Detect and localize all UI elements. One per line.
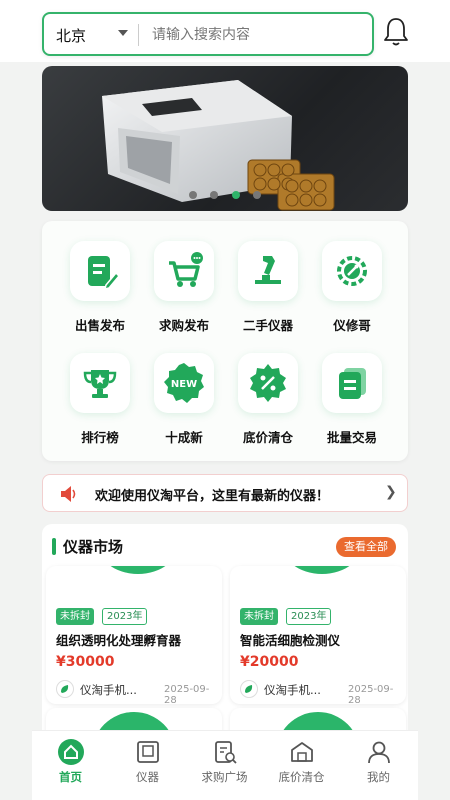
carousel-dot[interactable] [252,191,261,199]
section-accent-bar [52,538,56,555]
carousel-dot[interactable] [210,191,219,199]
carousel-dot[interactable] [189,191,198,199]
grid-item-sell[interactable]: 出售发布 [60,235,140,345]
year-tag: 2023年 [286,608,332,625]
tab-label: 我的 [367,770,390,784]
search-input[interactable] [152,22,362,48]
grid-label: 底价清仓 [242,430,293,445]
new-badge-icon: NEW [154,353,214,413]
grid-label: 仪修哥 [333,318,371,333]
grid-label: 求购发布 [158,318,209,333]
grid-label: 排行榜 [81,430,119,445]
post-date: 2025-09-28 [348,684,394,704]
discount-badge-icon [238,353,298,413]
product-card[interactable]: 未拆封 2023年 组织透明化处理孵育器 ¥30000 仪淘手机... 2025… [46,566,222,704]
tab-mine[interactable]: 我的 [340,731,417,800]
instrument-icon [133,737,163,767]
leaf-logo-icon [245,685,253,693]
tab-clearance[interactable]: 底价清仓 [263,731,340,800]
grid-item-second-hand[interactable]: 二手仪器 [228,235,308,345]
document-edit-icon [70,241,130,301]
promo-banner[interactable] [42,66,408,211]
product-image [280,566,364,574]
tab-instruments[interactable]: 仪器 [109,731,186,800]
product-price: ¥30000 [56,654,115,670]
tab-purchase-square[interactable]: 求购广场 [186,731,263,800]
seller-name: 仪淘手机... [80,683,137,697]
function-grid: 出售发布 求购发布 二手仪器 仪修哥 排行榜 NEW 十成新 底价清仓 批量交易 [42,221,408,461]
tab-label: 仪器 [136,770,159,784]
user-icon [364,737,394,767]
tab-label: 首页 [59,770,82,784]
bell-icon[interactable] [382,16,410,48]
chevron-right-icon[interactable]: ❯ [385,484,397,500]
shopping-cart-icon [154,241,214,301]
city-selector[interactable]: 北京 [56,25,86,46]
trophy-icon [70,353,130,413]
bottom-tab-bar: 首页 仪器 求购广场 底价清仓 我的 [32,730,418,800]
carousel-dots [42,184,408,203]
grid-item-repair[interactable]: 仪修哥 [312,235,392,345]
grid-item-like-new[interactable]: NEW 十成新 [144,347,224,457]
tab-label: 求购广场 [201,770,248,784]
grid-label: 批量交易 [326,430,377,445]
product-name: 组织透明化处理孵育器 [56,633,182,648]
search-bar: 北京 [42,12,374,56]
top-bar: 北京 [0,0,450,62]
unopened-tag: 未拆封 [56,608,94,625]
grid-item-bulk[interactable]: 批量交易 [312,347,392,457]
grid-item-buy[interactable]: 求购发布 [144,235,224,345]
tab-label: 底价清仓 [278,770,325,784]
dropdown-arrow-icon[interactable] [118,30,128,36]
stacked-docs-icon [322,353,382,413]
warehouse-icon [287,737,317,767]
repair-gear-icon [322,241,382,301]
unopened-tag: 未拆封 [240,608,278,625]
seller-name: 仪淘手机... [264,683,321,697]
grid-label: 二手仪器 [242,318,293,333]
search-divider [138,24,139,46]
product-card[interactable]: 未拆封 2023年 智能活细胞检测仪 ¥20000 仪淘手机... 2025-0… [230,566,406,704]
grid-label: 出售发布 [74,318,125,333]
year-tag: 2023年 [102,608,148,625]
seller-avatar [56,680,74,698]
leaf-logo-icon [61,685,69,693]
speaker-icon [61,486,76,502]
grid-label: 十成新 [165,430,203,445]
view-all-button[interactable]: 查看全部 [336,537,396,557]
notice-text: 欢迎使用仪淘平台，这里有最新的仪器！ [95,489,330,504]
microscope-icon [238,241,298,301]
post-date: 2025-09-28 [164,684,210,704]
clipboard-search-icon [210,737,240,767]
product-price: ¥20000 [240,654,299,670]
section-title: 仪器市场 [63,538,124,556]
product-name: 智能活细胞检测仪 [240,633,341,648]
grid-item-clearance[interactable]: 底价清仓 [228,347,308,457]
product-image [96,566,180,574]
grid-item-ranking[interactable]: 排行榜 [60,347,140,457]
tab-home[interactable]: 首页 [32,731,109,800]
notice-bar[interactable]: 欢迎使用仪淘平台，这里有最新的仪器！ ❯ [42,474,408,512]
svg-text:NEW: NEW [171,379,197,390]
home-icon [56,737,86,767]
seller-avatar [240,680,258,698]
carousel-dot-active[interactable] [231,191,240,199]
